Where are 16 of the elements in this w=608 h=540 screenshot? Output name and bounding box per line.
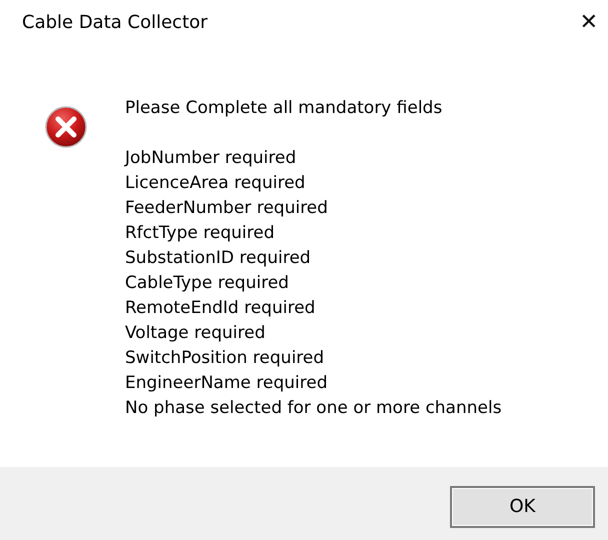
- ok-button[interactable]: OK: [450, 486, 595, 528]
- message-line: Voltage required: [125, 322, 266, 345]
- message-line: FeederNumber required: [125, 197, 329, 220]
- message-line: No phase selected for one or more channels: [125, 397, 502, 420]
- message-line: RfctType required: [125, 222, 276, 245]
- message-line: SwitchPosition required: [125, 347, 326, 370]
- window-title: Cable Data Collector: [22, 12, 208, 32]
- message-line: EngineerName required: [125, 372, 328, 395]
- message-heading: Please Complete all mandatory fields: [125, 97, 444, 120]
- close-button[interactable]: ✕: [574, 10, 604, 34]
- message-line: RemoteEndId required: [125, 297, 316, 320]
- error-icon: [45, 106, 87, 148]
- message-line: LicenceArea required: [125, 172, 306, 195]
- message-line: JobNumber required: [125, 147, 298, 170]
- message-line: CableType required: [125, 272, 290, 295]
- message-line: SubstationID required: [125, 247, 312, 270]
